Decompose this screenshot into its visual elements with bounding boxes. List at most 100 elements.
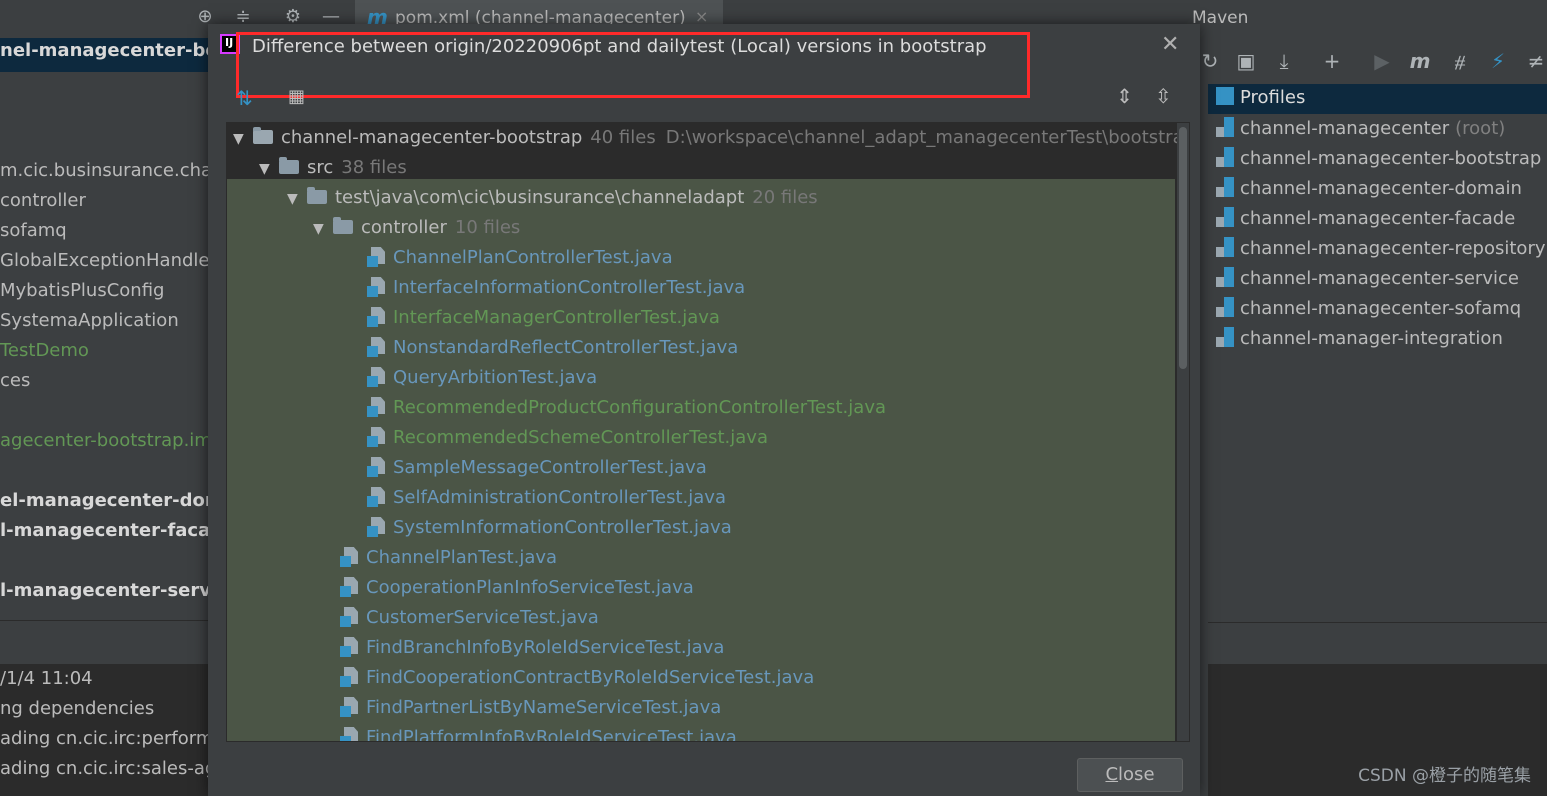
skip-tests-icon[interactable]: ⚡ — [1485, 48, 1511, 74]
maven-project-item[interactable]: channel-managecenter-repository — [1216, 237, 1546, 259]
expand-arrow-icon[interactable]: ▼ — [287, 184, 307, 214]
changed-file[interactable]: FindPartnerListByNameServiceTest.java — [340, 693, 721, 723]
maven-project-label: channel-managecenter-sofamq — [1240, 298, 1522, 319]
maven-project-item[interactable]: channel-managecenter-facade — [1216, 207, 1515, 229]
project-tree-item[interactable]: nel-managecenter-boo — [0, 40, 230, 61]
maven-module-icon — [1216, 147, 1234, 167]
generate-sources-icon[interactable]: ▣ — [1233, 48, 1259, 74]
maven-profiles[interactable]: Profiles — [1216, 87, 1305, 108]
project-tree-item[interactable]: SystemaApplication — [0, 310, 179, 331]
project-tree-item[interactable]: el-managecenter-doma — [0, 490, 236, 511]
changed-file[interactable]: InterfaceManagerControllerTest.java — [367, 303, 720, 333]
tree-node-label: src — [307, 157, 334, 178]
project-tree-item[interactable]: sofamq — [0, 220, 67, 241]
file-name: SelfAdministrationControllerTest.java — [393, 487, 726, 508]
java-file-icon — [367, 277, 385, 297]
changed-file[interactable]: FindBranchInfoByRoleIdServiceTest.java — [340, 633, 724, 663]
project-tree-item[interactable]: TestDemo — [0, 340, 89, 361]
java-file-icon — [340, 697, 358, 717]
file-count: 38 files — [341, 157, 407, 178]
tree-node-package[interactable]: ▼ test\java\com\cic\businsurance\channela… — [287, 183, 818, 213]
maven-project-item[interactable]: channel-managecenter-domain — [1216, 177, 1522, 199]
reimport-icon[interactable]: ↻ — [1197, 48, 1223, 74]
maven-project-item[interactable]: channel-managecenter (root) — [1216, 117, 1505, 139]
download-icon[interactable]: ⤓ — [1271, 48, 1297, 74]
expand-arrow-icon[interactable]: ▼ — [313, 214, 333, 244]
file-name: CustomerServiceTest.java — [366, 607, 599, 628]
file-name: FindCooperationContractByRoleIdServiceTe… — [366, 667, 815, 688]
maven-module-icon — [1216, 177, 1234, 197]
changed-file[interactable]: QueryArbitionTest.java — [367, 363, 597, 393]
java-file-icon — [340, 727, 358, 741]
changes-tree[interactable]: ▼ channel-managecenter-bootstrap 40 files D… — [226, 122, 1190, 742]
changed-file[interactable]: SelfAdministrationControllerTest.java — [367, 483, 726, 513]
changed-file[interactable]: SystemInformationControllerTest.java — [367, 513, 732, 543]
java-file-icon — [340, 637, 358, 657]
changed-file[interactable]: CooperationPlanInfoServiceTest.java — [340, 573, 694, 603]
tree-node-controller[interactable]: ▼ controller 10 files — [313, 213, 520, 243]
add-project-icon[interactable]: + — [1319, 48, 1345, 74]
toggle-offline-icon[interactable]: ⧣ — [1447, 48, 1473, 74]
changed-file[interactable]: InterfaceInformationControllerTest.java — [367, 273, 745, 303]
close-button[interactable]: Close — [1077, 758, 1183, 792]
project-tree-item[interactable]: ces — [0, 370, 30, 391]
maven-project-label: channel-manager-integration — [1240, 328, 1503, 349]
changed-file[interactable]: RecommendedSchemeControllerTest.java — [367, 423, 768, 453]
group-by-icon[interactable]: ▦ — [288, 86, 305, 107]
file-name: InterfaceInformationControllerTest.java — [393, 277, 746, 298]
changed-file[interactable]: FindPlatformInfoByRoleIdServiceTest.java — [340, 723, 737, 741]
file-name: ChannelPlanControllerTest.java — [393, 247, 673, 268]
changed-file[interactable]: ChannelPlanTest.java — [340, 543, 557, 573]
project-tree-item[interactable]: MybatisPlusConfig — [0, 280, 164, 301]
run-icon[interactable]: ▶ — [1369, 48, 1395, 74]
changed-file[interactable]: FindCooperationContractByRoleIdServiceTe… — [340, 663, 814, 693]
compare-icon[interactable]: ⇅ — [236, 86, 253, 110]
collapse-all-icon[interactable]: ⇳ — [1155, 84, 1172, 108]
maven-project-item[interactable]: channel-manager-integration — [1216, 327, 1503, 349]
java-file-icon — [367, 487, 385, 507]
execute-goal-icon[interactable]: m — [1407, 48, 1433, 74]
maven-toolbar: ↻ ▣ ⤓ + ▶ m ⧣ ⚡ ≠ — [1185, 0, 1547, 84]
tree-node-src[interactable]: ▼ src 38 files — [259, 153, 407, 183]
maven-module-icon — [1216, 237, 1234, 257]
expand-arrow-icon[interactable]: ▼ — [233, 124, 253, 154]
changed-file[interactable]: CustomerServiceTest.java — [340, 603, 599, 633]
changed-file[interactable]: RecommendedProductConfigurationControlle… — [367, 393, 886, 423]
folder-icon — [279, 157, 299, 174]
close-icon[interactable]: ✕ — [1161, 32, 1179, 57]
event-log-line: ng dependencies — [0, 698, 155, 719]
changed-file[interactable]: NonstandardReflectControllerTest.java — [367, 333, 738, 363]
java-file-icon — [367, 517, 385, 537]
tree-node-root[interactable]: ▼ channel-managecenter-bootstrap 40 files D… — [233, 123, 1189, 154]
scrollbar-thumb[interactable] — [1179, 127, 1187, 369]
project-tree-item[interactable]: agecenter-bootstrap.im — [0, 430, 212, 451]
expand-arrow-icon[interactable]: ▼ — [259, 154, 279, 184]
maven-module-icon — [1216, 207, 1234, 227]
project-tree-item[interactable]: GlobalExceptionHandler — [0, 250, 217, 271]
changed-file[interactable]: SampleMessageControllerTest.java — [367, 453, 707, 483]
file-count: 20 files — [752, 187, 818, 208]
settings-icon[interactable]: ≠ — [1523, 48, 1547, 74]
expand-all-icon[interactable]: ⇕ — [1116, 84, 1133, 108]
file-name: RecommendedProductConfigurationControlle… — [393, 397, 886, 418]
folder-icon — [307, 187, 327, 204]
java-file-icon — [367, 457, 385, 477]
project-tree-item[interactable]: m.cic.businsurance.chann — [0, 160, 235, 181]
project-tree-item[interactable]: l-managecenter-service — [0, 580, 240, 601]
file-count: 40 files — [590, 127, 656, 148]
java-file-icon — [340, 577, 358, 597]
project-tree-item[interactable]: l-managecenter-facade — [0, 520, 235, 541]
project-tree-item[interactable]: controller — [0, 190, 86, 211]
maven-module-icon — [1216, 327, 1234, 347]
maven-project-item[interactable]: channel-managecenter-bootstrap — [1216, 147, 1541, 169]
changed-file[interactable]: ChannelPlanControllerTest.java — [367, 243, 673, 273]
divider — [0, 620, 208, 621]
file-name: ChannelPlanTest.java — [366, 547, 558, 568]
maven-project-item[interactable]: channel-managecenter-service — [1216, 267, 1519, 289]
maven-project-item[interactable]: channel-managecenter-sofamq — [1216, 297, 1521, 319]
maven-lower-strip — [1208, 622, 1547, 665]
java-file-icon — [367, 367, 385, 387]
tree-node-label: controller — [361, 217, 447, 238]
file-name: SampleMessageControllerTest.java — [393, 457, 707, 478]
folder-icon — [333, 217, 353, 234]
